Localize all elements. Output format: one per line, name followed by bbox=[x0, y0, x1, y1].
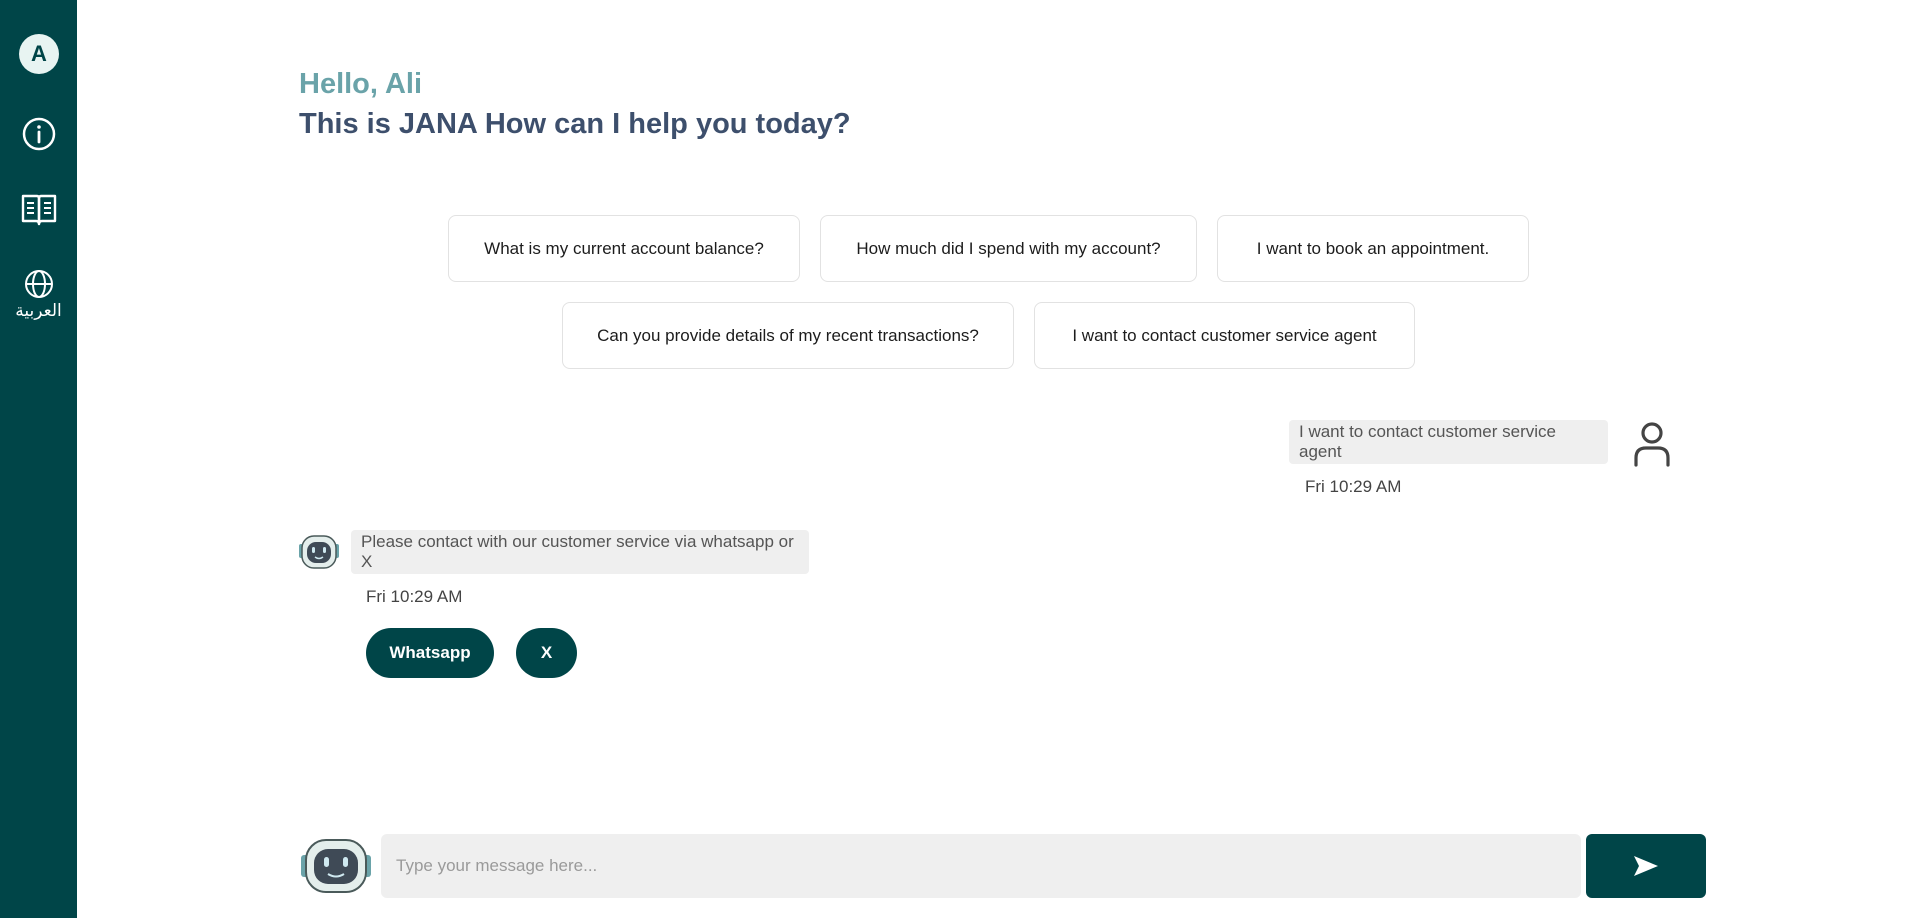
suggestion-spending[interactable]: How much did I spend with my account? bbox=[820, 215, 1197, 282]
composer-bot-avatar-icon bbox=[299, 837, 373, 895]
user-message-bubble: I want to contact customer service agent bbox=[1289, 420, 1608, 464]
message-input[interactable] bbox=[381, 834, 1581, 898]
bot-message-bubble: Please contact with our customer service… bbox=[351, 530, 809, 574]
suggestion-recent-transactions[interactable]: Can you provide details of my recent tra… bbox=[562, 302, 1014, 369]
bot-message-time: Fri 10:29 AM bbox=[366, 587, 463, 606]
suggestion-book-appointment[interactable]: I want to book an appointment. bbox=[1217, 215, 1529, 282]
bot-avatar-icon bbox=[298, 534, 340, 570]
greeting-prompt: This is JANA How can I help you today? bbox=[299, 108, 851, 140]
suggestion-account-balance[interactable]: What is my current account balance? bbox=[448, 215, 800, 282]
send-button[interactable] bbox=[1586, 834, 1706, 898]
book-icon[interactable] bbox=[19, 190, 59, 230]
suggestion-contact-agent[interactable]: I want to contact customer service agent bbox=[1034, 302, 1415, 369]
user-avatar-icon bbox=[1630, 420, 1674, 468]
send-icon bbox=[1634, 856, 1658, 876]
language-toggle-label[interactable]: العربية bbox=[0, 301, 77, 321]
greeting-hello: Hello, Ali bbox=[299, 68, 422, 100]
x-button[interactable]: X bbox=[516, 628, 577, 678]
avatar[interactable]: A bbox=[19, 34, 59, 74]
info-icon[interactable] bbox=[19, 114, 59, 154]
whatsapp-button[interactable]: Whatsapp bbox=[366, 628, 494, 678]
message-input-wrapper bbox=[381, 834, 1581, 898]
user-message-time: Fri 10:29 AM bbox=[1305, 477, 1402, 496]
sidebar: A العربية bbox=[0, 0, 77, 918]
globe-icon[interactable] bbox=[19, 264, 59, 304]
